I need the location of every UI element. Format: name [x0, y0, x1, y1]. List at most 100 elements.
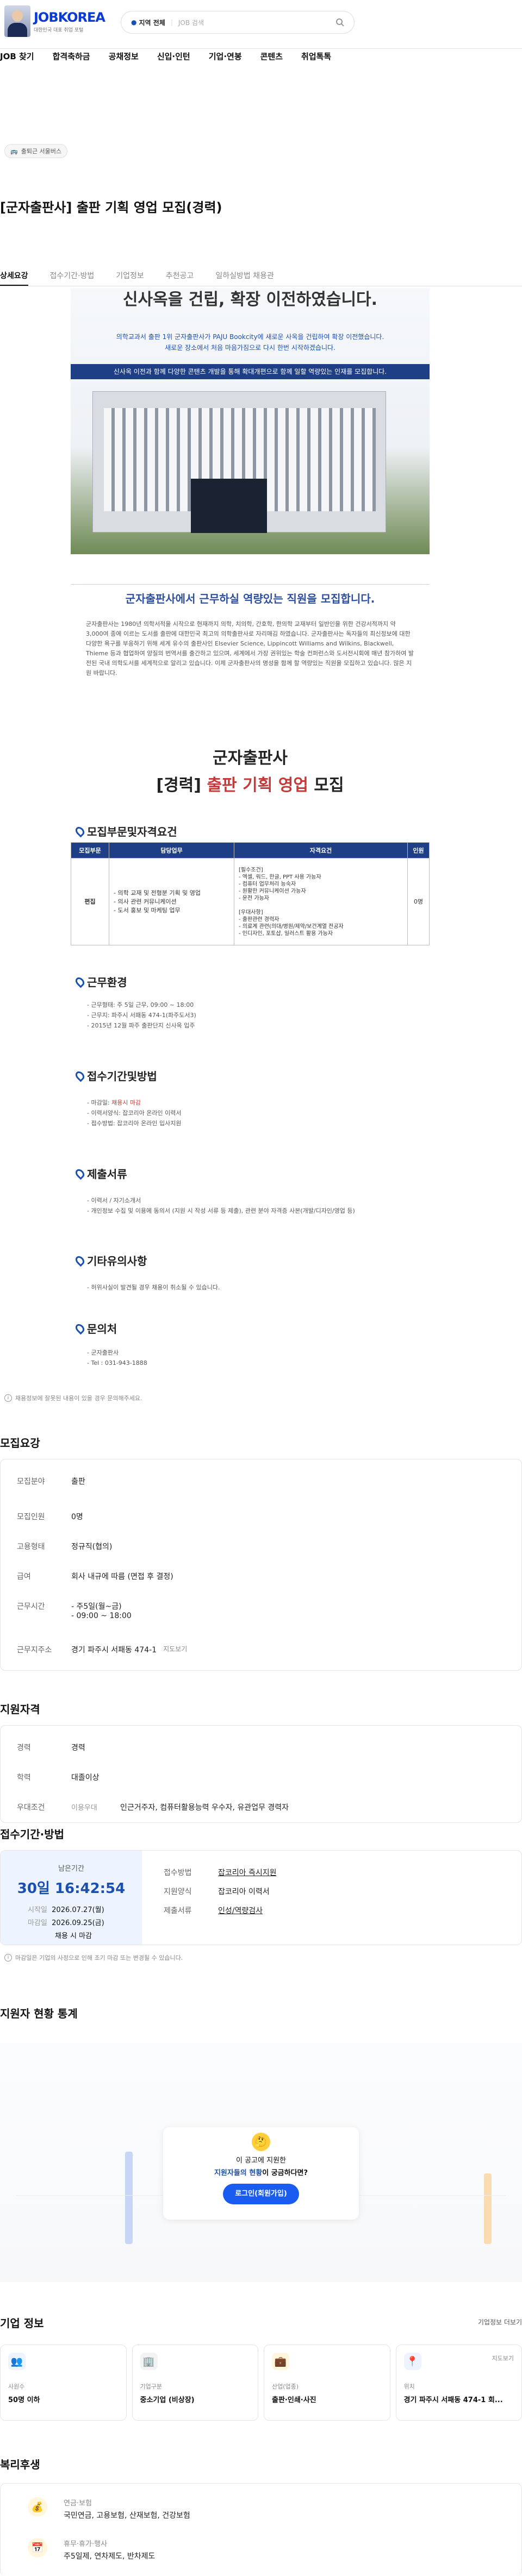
piggybank-icon: 💰 [28, 2497, 47, 2517]
welfare-row-insurance: 💰 연금·보험 국민연금, 고용보험, 산재보험, 건강보험 [28, 2497, 190, 2521]
banner-bar: 신사옥 이전과 함께 다양한 콘텐츠 개발을 통해 확대개편으로 함께 일할 역… [71, 364, 430, 379]
login-button[interactable]: 로그인(회원가입) [223, 2184, 299, 2204]
section-recruit-heading: 모집부문및자격요건 [73, 823, 177, 839]
section-contact-heading: 문의처 [73, 1320, 117, 1336]
pin-icon [73, 825, 86, 837]
nav-reward[interactable]: 합격축하금 [53, 50, 90, 70]
nav-contents[interactable]: 콘텐츠 [260, 50, 283, 70]
remain-label: 남은기간 [58, 1865, 84, 1873]
company-card-size: 👥 사원수 50명 이하 [0, 2345, 127, 2421]
period-list: - 마감일: 채용시 마감 - 이력서양식: 잡코리아 온라인 이력서 - 접수방법… [87, 1099, 182, 1127]
company-card-industry: 💼 산업(업종) 출판·인쇄·사진 [264, 2345, 390, 2421]
search-icon[interactable] [335, 18, 344, 27]
requirements-card: 모집분야 출판 모집인원 0명 고용형태 정규직(협의) 급여 회사 내규에 따름 (면… [0, 1459, 522, 1671]
info-icon: i [4, 1394, 12, 1402]
nav-public[interactable]: 공채정보 [109, 50, 139, 70]
calendar-icon: 📅 [28, 2538, 47, 2558]
building-icon: 🏢 [140, 2353, 158, 2370]
qual-row-edu: 학력 대졸이상 [17, 1773, 100, 1782]
welfare-row-holiday: 📅 휴무·휴가·행사 주5일제, 연차제도, 반차제도 [28, 2538, 155, 2561]
nav-intern[interactable]: 신입·인턴 [157, 50, 190, 70]
nav-talk[interactable]: 취업톡톡 [301, 50, 331, 70]
th-req: 자격요건 [234, 842, 408, 858]
detail-tabs: 상세요강 접수기간·방법 기업정보 추천공고 일하실방법 채용관 [0, 270, 522, 286]
section-docs-heading: 제출서류 [73, 1165, 127, 1181]
apply-docs-link[interactable]: 인성/역량검사 [218, 1905, 263, 1916]
remain-time: 30일 16:42:54 [17, 1881, 126, 1897]
poster-headline: 군자출판사에서 근무하실 역량있는 직원을 모집합니다. [125, 592, 375, 605]
th-count: 인원 [407, 842, 430, 858]
tab-period[interactable]: 접수기간·방법 [50, 270, 95, 286]
logo-text: JOBKOREA [34, 9, 105, 25]
qual-title: 지원자격 [0, 1703, 40, 1716]
nav-job-search[interactable]: JOB 찾기 [0, 50, 34, 70]
location-pin-icon: 📍 [403, 2353, 421, 2370]
req-row-field: 모집분야 출판 [17, 1477, 85, 1486]
contact-list: - 군자출판사 - Tel : 031-943-1888 [87, 1349, 147, 1367]
search-bar[interactable]: ● 지역 전체 | JOB 검색 [121, 11, 355, 34]
tab-company[interactable]: 기업정보 [116, 270, 144, 286]
welfare-card: 💰 연금·보험 국민연금, 고용보험, 산재보험, 건강보험 📅 휴무·휴가·행사 주5… [0, 2483, 522, 2576]
apply-method-row: 접수방법 잡코리아 즉시지원 [164, 1867, 277, 1878]
td-part: 편집 [71, 858, 109, 945]
location-select[interactable]: ● 지역 전체 [131, 18, 165, 27]
nav-company[interactable]: 기업·연봉 [209, 50, 242, 70]
welfare-title: 복리후생 [0, 2458, 40, 2471]
logo[interactable]: JOBKOREA 대한민국 대표 취업 포털 [4, 5, 105, 37]
start-label: 시작일 [28, 1906, 47, 1914]
main-nav: JOB 찾기 합격축하금 공채정보 신입·인턴 기업·연봉 콘텐츠 취업톡톡 [0, 50, 522, 70]
map-link[interactable]: 지도보기 [163, 1644, 187, 1655]
th-part: 모집부문 [71, 842, 109, 858]
company-card-type: 🏢 기업구분 중소기업 (비상장) [132, 2345, 258, 2421]
info-icon: i [4, 1954, 12, 1961]
td-count: 0명 [407, 858, 430, 945]
qual-card: 경력 경력 학력 대졸이상 우대조건 이용우대 인근거주자, 컴퓨터활용능력 우수자, … [0, 1725, 522, 1823]
poster-company: 군자출판사 [213, 749, 288, 768]
blurred-bar [484, 2173, 492, 2244]
poster-role: [경력] 출판 기획 영업 모집 [156, 776, 344, 795]
apply-note: i 마감일은 기업의 사정으로 인해 조기 마감 또는 변경될 수 있습니다. [4, 1953, 183, 1962]
apply-method-link[interactable]: 잡코리아 즉시지원 [218, 1867, 277, 1878]
close-text: 채용 시 마감 [55, 1932, 92, 1940]
location-pin-icon: ● [131, 18, 137, 26]
section-period-heading: 접수기간및방법 [73, 1068, 157, 1083]
search-input[interactable]: JOB 검색 [178, 18, 330, 27]
tab-detail[interactable]: 상세요강 [0, 270, 28, 286]
tab-hiring-hall[interactable]: 일하실방법 채용관 [215, 270, 274, 286]
stats-q1: 이 공고에 지원한 [236, 2157, 286, 2165]
env-list: - 근무형태: 주 5일 근무, 09:00 ~ 18:00- 근무지: 파주시… [87, 1001, 196, 1029]
apply-form-row: 지원양식 잡코리아 이력서 [164, 1888, 270, 1896]
page-title: [군자출판사] 출판 기획 영업 모집(경력) [0, 200, 222, 215]
pin-icon [73, 1322, 86, 1334]
stats-q2: 지원자들의 현황이 궁금하다면? [214, 2169, 308, 2177]
req-row-pay: 급여 회사 내규에 따름 (면접 후 결정) [17, 1572, 173, 1581]
company-cards: 👥 사원수 50명 이하 🏢 기업구분 중소기업 (비상장) 💼 산업(업종) 출판·인쇄·… [0, 2345, 522, 2421]
tab-recommend[interactable]: 추천공고 [166, 270, 194, 286]
stats-login-overlay: 🤔 이 공고에 지원한 지원자들의 현황이 궁금하다면? 로그인(회원가입) [163, 2127, 359, 2220]
company-map-link[interactable]: 지도보기 [492, 2354, 514, 2362]
qual-row-career: 경력 경력 [17, 1744, 85, 1752]
qual-row-pref: 우대조건 이용우대 인근거주자, 컴퓨터활용능력 우수자, 유관업무 경력자 [17, 1803, 289, 1812]
poster-intro: 군자출판사는 1980년 의학서적을 시작으로 현재까지 의학, 치의학, 간호… [86, 621, 414, 676]
pin-icon [73, 1167, 86, 1180]
logo-mascot-icon [4, 5, 30, 37]
section-env-heading: 근무환경 [73, 974, 127, 989]
end-label: 마감일 [28, 1919, 47, 1927]
location-label: 지역 전체 [139, 18, 165, 27]
banner-text: 의학교과서 출판 1위 군자출판사가 PAJU Bookcity에 새로운 사옥… [116, 333, 384, 352]
company-more-link[interactable]: 기업정보 더보기 [478, 2317, 522, 2327]
company-card-location: 📍 지도보기 위치 경기 파주시 서패동 474-1 회... [395, 2345, 522, 2421]
banner-headline: 신사옥을 건립, 확장 이전하였습니다. [122, 290, 378, 309]
req-row-type: 고용형태 정규직(협의) [17, 1543, 113, 1551]
td-req: [필수조건] - 엑셀, 워드, 한글, PPT 사용 가능자 - 컴퓨터 업무… [234, 858, 408, 945]
section-etc-heading: 기타유의사항 [73, 1252, 147, 1268]
commute-tag[interactable]: 🚌 출퇴근 서울버스 [4, 144, 68, 158]
report-note[interactable]: i 채용정보에 잘못된 내용이 있을 경우 문의해주세요. [4, 1394, 142, 1402]
end-date: 2026.09.25(금) [52, 1919, 104, 1927]
start-date: 2026.07.27(월) [52, 1906, 104, 1914]
etc-text: - 허위사실이 발견될 경우 채용이 취소될 수 있습니다. [87, 1284, 220, 1291]
stats-title: 지원자 현황 통계 [0, 2007, 78, 2020]
job-poster: 신사옥을 건립, 확장 이전하였습니다. 의학교과서 출판 1위 군자출판사가 … [71, 288, 430, 1375]
req-row-address: 근무지주소 경기 파주시 서패동 474-1 지도보기 [17, 1644, 188, 1655]
td-duty: - 의학 교재 및 전형분 기획 및 영업 - 의사 관련 커뮤니케이션 - 도… [109, 858, 234, 945]
